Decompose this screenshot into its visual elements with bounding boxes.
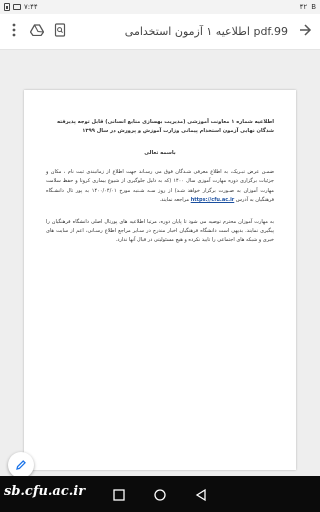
back-arrow-icon[interactable] [298,23,312,40]
site-watermark: sb.cfu.ac.ir [4,484,86,499]
search-icon[interactable] [54,23,66,40]
status-right-icons: ۴۲ B [300,3,316,11]
edit-pencil-icon [15,456,27,475]
cellular-signal-icon [13,4,21,10]
edit-button[interactable] [8,452,34,478]
status-left-icons: ۷:۴۴ [4,3,38,11]
document-title: اطلاعیه ۱ آزمون استخدامی pdf.99 [124,25,288,38]
document-viewer[interactable]: اطلاعیه شماره ۱ معاونت آموزشی (مدیریت به… [0,50,320,476]
app-bar: اطلاعیه ۱ آزمون استخدامی pdf.99 [0,14,320,50]
document-page: اطلاعیه شماره ۱ معاونت آموزشی (مدیریت به… [24,90,296,470]
portal-link[interactable]: https://cfu.ac.ir [191,197,235,203]
status-time: ۷:۴۴ [24,3,38,11]
back-icon[interactable] [194,487,208,502]
document-paragraph-1: ضمـن عرض تبـریک، به اطلاع معرفی شـدگان ف… [46,168,274,206]
notification-badge: B [311,3,316,11]
google-drive-icon[interactable] [29,24,45,39]
navigation-bar: sb.cfu.ac.ir [0,476,320,512]
battery-icon [4,3,10,11]
app-bar-actions [8,23,66,40]
recents-icon[interactable] [112,487,126,501]
document-paragraph-2: به مهارت آموزان محترم توصیه می شود تا پا… [46,218,274,244]
paragraph-1-end: مراجعه نمایند. [159,197,190,204]
status-bar: ۷:۴۴ ۴۲ B [0,0,320,14]
home-icon[interactable] [153,487,167,501]
more-vert-icon[interactable] [8,23,20,40]
document-heading-basmala: باسمه تعالی [144,150,176,156]
notification-count: ۴۲ [299,3,308,11]
document-heading-title: اطلاعیه شماره ۱ معاونت آموزشی (مدیریت به… [57,119,274,134]
